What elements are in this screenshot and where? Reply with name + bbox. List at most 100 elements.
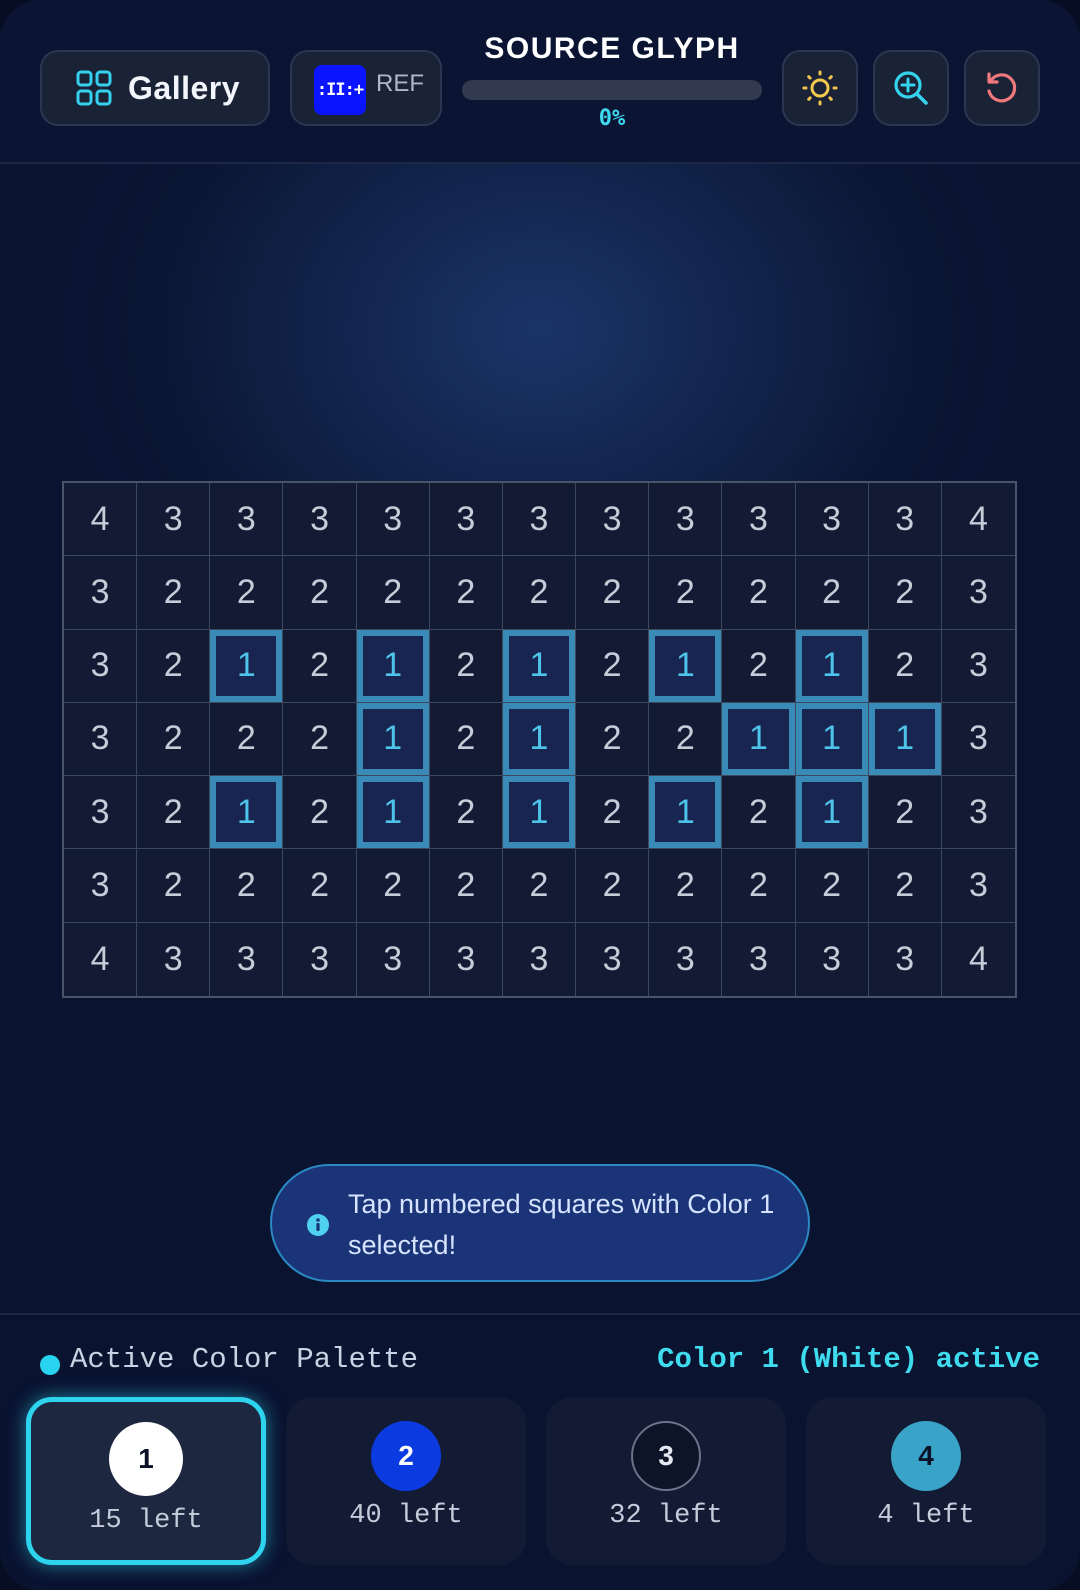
grid-cell[interactable]: 2 (868, 776, 942, 850)
grid-cell[interactable]: 2 (210, 849, 284, 923)
grid-cell[interactable]: 2 (649, 556, 723, 630)
grid-cell[interactable]: 2 (429, 556, 503, 630)
grid-cell[interactable]: 3 (941, 776, 1015, 850)
grid-cell[interactable]: 2 (722, 556, 796, 630)
grid-cell[interactable]: 3 (283, 922, 357, 996)
grid-cell[interactable]: 4 (64, 483, 138, 557)
color-swatch-1[interactable]: 1 15 left (26, 1397, 266, 1565)
brightness-button[interactable] (782, 50, 858, 126)
grid-cell[interactable]: 3 (795, 922, 869, 996)
grid-cell[interactable]: 2 (429, 629, 503, 703)
grid-cell[interactable]: 2 (283, 702, 357, 777)
reset-button[interactable] (964, 50, 1040, 126)
grid-cell[interactable]: 3 (429, 483, 503, 557)
grid-cell[interactable]: 1 (795, 776, 869, 850)
grid-cell[interactable]: 3 (576, 483, 650, 557)
grid-cell[interactable]: 2 (502, 849, 577, 923)
grid-cell[interactable]: 3 (649, 922, 723, 996)
grid-cell[interactable]: 1 (210, 629, 284, 703)
grid-cell[interactable]: 2 (283, 776, 357, 850)
grid-cell[interactable]: 1 (356, 776, 430, 850)
grid-cell[interactable]: 2 (576, 629, 650, 703)
grid-cell[interactable]: 2 (722, 776, 796, 850)
grid-cell[interactable]: 3 (210, 922, 284, 996)
grid-cell[interactable]: 2 (283, 629, 357, 703)
grid-cell[interactable]: 1 (502, 702, 577, 777)
grid-cell[interactable]: 3 (868, 483, 942, 557)
grid-cell[interactable]: 3 (868, 922, 942, 996)
grid-cell[interactable]: 2 (868, 849, 942, 923)
grid-cell[interactable]: 2 (868, 629, 942, 703)
grid-cell[interactable]: 3 (941, 849, 1015, 923)
grid-cell[interactable]: 1 (502, 629, 577, 703)
grid-cell[interactable]: 3 (941, 702, 1015, 777)
grid-cell[interactable]: 2 (795, 849, 869, 923)
grid-cell[interactable]: 4 (941, 483, 1015, 557)
grid-cell[interactable]: 3 (576, 922, 650, 996)
grid-cell[interactable]: 2 (137, 556, 211, 630)
grid-cell[interactable]: 2 (649, 849, 723, 923)
grid-cell[interactable]: 2 (137, 702, 211, 777)
grid-cell[interactable]: 3 (283, 483, 357, 557)
grid-cell[interactable]: 3 (64, 629, 138, 703)
grid-cell[interactable]: 2 (576, 776, 650, 850)
grid-cell[interactable]: 3 (429, 922, 503, 996)
grid-cell[interactable]: 1 (502, 776, 577, 850)
grid-cell[interactable]: 2 (356, 556, 430, 630)
grid-cell[interactable]: 3 (941, 629, 1015, 703)
grid-cell[interactable]: 2 (356, 849, 430, 923)
zoom-in-button[interactable] (873, 50, 949, 126)
color-swatch-4[interactable]: 4 4 left (806, 1397, 1046, 1565)
grid-cell[interactable]: 4 (941, 922, 1015, 996)
grid-cell[interactable]: 2 (868, 556, 942, 630)
grid-cell[interactable]: 3 (137, 922, 211, 996)
grid-cell[interactable]: 3 (502, 483, 577, 557)
grid-cell[interactable]: 1 (649, 776, 723, 850)
grid-cell[interactable]: 2 (722, 629, 796, 703)
grid-cell[interactable]: 3 (722, 483, 796, 557)
grid-cell[interactable]: 2 (137, 629, 211, 703)
reference-button[interactable]: :II:+ REF (290, 50, 442, 126)
grid-cell[interactable]: 3 (795, 483, 869, 557)
grid-cell[interactable]: 2 (502, 556, 577, 630)
grid-cell[interactable]: 2 (576, 556, 650, 630)
grid-cell[interactable]: 2 (429, 702, 503, 777)
grid-cell[interactable]: 3 (64, 849, 138, 923)
grid-cell[interactable]: 3 (210, 483, 284, 557)
grid-cell[interactable]: 2 (210, 702, 284, 777)
grid-cell[interactable]: 3 (64, 556, 138, 630)
color-swatch-3[interactable]: 3 32 left (546, 1397, 786, 1565)
grid-cell[interactable]: 1 (795, 702, 869, 777)
grid-cell[interactable]: 3 (649, 483, 723, 557)
grid-cell[interactable]: 1 (868, 702, 942, 777)
grid-cell[interactable]: 1 (210, 776, 284, 850)
grid-cell[interactable]: 2 (283, 849, 357, 923)
grid-cell[interactable]: 2 (576, 702, 650, 777)
grid-cell[interactable]: 1 (649, 629, 723, 703)
grid-cell[interactable]: 2 (210, 556, 284, 630)
grid-cell[interactable]: 2 (429, 849, 503, 923)
grid-cell[interactable]: 2 (429, 776, 503, 850)
grid-cell[interactable]: 3 (64, 702, 138, 777)
grid-cell[interactable]: 1 (795, 629, 869, 703)
grid-cell[interactable]: 3 (502, 922, 577, 996)
grid-cell[interactable]: 2 (283, 556, 357, 630)
grid-cell[interactable]: 1 (356, 702, 430, 777)
grid-cell[interactable]: 3 (356, 922, 430, 996)
grid-cell[interactable]: 2 (722, 849, 796, 923)
grid-cell[interactable]: 1 (356, 629, 430, 703)
color-swatch-2[interactable]: 2 40 left (286, 1397, 526, 1565)
grid-cell[interactable]: 2 (137, 776, 211, 850)
grid-cell[interactable]: 3 (722, 922, 796, 996)
grid-cell[interactable]: 2 (795, 556, 869, 630)
grid-cell[interactable]: 3 (137, 483, 211, 557)
grid-cell[interactable]: 3 (64, 776, 138, 850)
grid-cell[interactable]: 2 (649, 702, 723, 777)
grid-cell[interactable]: 3 (941, 556, 1015, 630)
grid-cell[interactable]: 2 (137, 849, 211, 923)
grid-cell[interactable]: 2 (576, 849, 650, 923)
grid-cell[interactable]: 1 (722, 702, 796, 777)
grid-cell[interactable]: 3 (356, 483, 430, 557)
gallery-button[interactable]: Gallery (40, 50, 270, 126)
grid-cell[interactable]: 4 (64, 922, 138, 996)
